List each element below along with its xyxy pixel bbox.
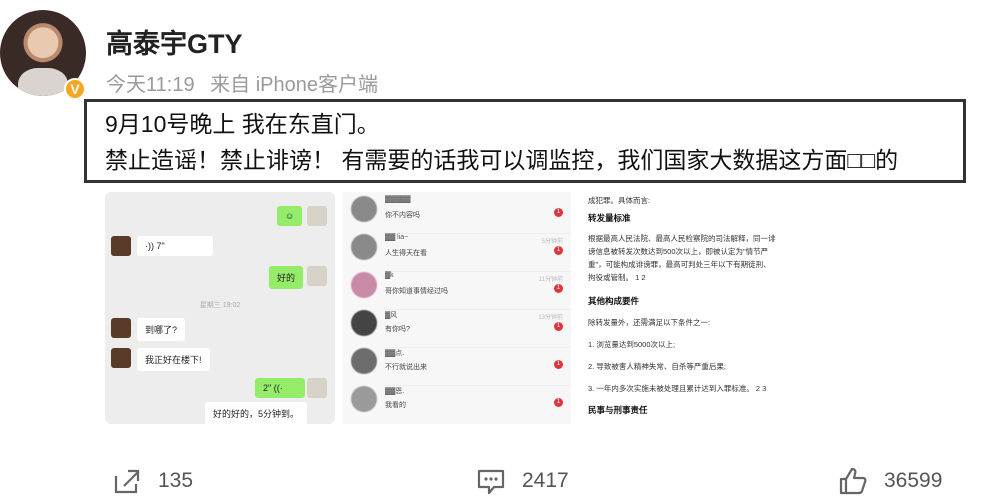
share-icon xyxy=(114,469,140,494)
list-item: ▓▓恩. 我看的 1 xyxy=(343,382,571,424)
comment-text: 你不内容吗 xyxy=(385,212,420,219)
comment-text: 人生得天在看 xyxy=(385,250,427,257)
avatar xyxy=(351,348,377,374)
post-text-line1: 9月10号晚上 我在东直门。 xyxy=(105,111,380,137)
unread-badge: 1 xyxy=(554,398,563,407)
comment-text: 有你吗? xyxy=(385,326,410,333)
comment-text: 我看的 xyxy=(385,402,406,409)
unread-badge: 1 xyxy=(554,246,563,255)
chat-avatar-me xyxy=(307,266,327,286)
chat-avatar-other xyxy=(111,348,131,368)
comment-icon xyxy=(477,469,505,495)
share-button[interactable]: 135 xyxy=(112,466,193,496)
share-count: 135 xyxy=(158,469,194,492)
comment-name: ▓▓恩. xyxy=(385,388,405,395)
article-list-item: 2. 导致被害人精神失常、自杀等严重后果; xyxy=(588,362,726,371)
article-heading: 民事与刑事责任 xyxy=(588,405,648,415)
comment-name: ▓k xyxy=(385,272,394,279)
chat-bubble: 我正好在楼下! xyxy=(137,348,210,371)
chat-bubble: 好的好的，5分钟到。 xyxy=(205,402,308,424)
article-text: 重"，可能构成诽谤罪，最高可判处三年以下有期徒刑、 xyxy=(588,260,771,269)
article-list-item: 1. 浏览量达到5000次以上; xyxy=(588,340,676,349)
comment-time: 11分钟前 xyxy=(538,277,563,283)
like-button[interactable]: 36599 xyxy=(838,466,942,496)
avatar xyxy=(351,196,377,222)
unread-badge: 1 xyxy=(554,360,563,369)
post-time: 今天11:19 xyxy=(106,74,195,96)
unread-badge: 1 xyxy=(554,284,563,293)
avatar xyxy=(351,310,377,336)
chat-bubble: 到哪了? xyxy=(137,318,186,341)
thumbs-up-icon xyxy=(839,467,867,495)
list-item: ▓k 哥你知道事情经过吗 11分钟前 1 xyxy=(343,268,571,310)
comment-text: 不行就说出来 xyxy=(385,364,427,371)
chat-avatar-me xyxy=(307,378,327,398)
post-text: 9月10号晚上 我在东直门。 禁止造谣！禁止诽谤！ 有需要的话我可以调监控，我们… xyxy=(84,99,966,183)
username[interactable]: 高泰宇GTY xyxy=(106,22,243,61)
comment-button[interactable]: 2417 xyxy=(476,466,569,496)
chat-voice-bubble[interactable]: ·)) 7" xyxy=(137,236,213,256)
post-text-line2: 禁止造谣！禁止诽谤！ 有需要的话我可以调监控，我们国家大数据这方面□□的 xyxy=(105,147,899,173)
unread-badge: 1 xyxy=(554,208,563,217)
like-count: 36599 xyxy=(884,469,943,492)
comment-count: 2417 xyxy=(522,469,569,492)
image-article-screenshot[interactable]: 成犯罪。具体而言: 转发量标准 根据最高人民法院、最高人民检察院的司法解释，同一… xyxy=(578,192,810,424)
article-text: 拘役或管制。 1 2 xyxy=(588,273,646,282)
chat-avatar-other xyxy=(111,318,131,338)
list-item: ▓▓▓▓▓ 你不内容吗 1 xyxy=(343,192,571,234)
image-chat-screenshot[interactable]: ☺ ·)) 7" 好的 星期三 19:02 到哪了? 我正好在楼下! 2" ((… xyxy=(105,192,335,424)
article-text: 谤信息被转发次数达到500次以上，即被认定为"情节严 xyxy=(588,247,769,256)
avatar xyxy=(351,234,377,260)
avatar xyxy=(351,272,377,298)
chat-sticker-bubble: ☺ xyxy=(277,206,303,226)
article-heading: 转发量标准 xyxy=(588,213,631,223)
list-item: ▓风 有你吗? 13分钟前 1 xyxy=(343,306,571,348)
avatar xyxy=(351,386,377,412)
comment-name: ▓▓▓▓▓ xyxy=(385,196,411,203)
article-text: 根据最高人民法院、最高人民检察院的司法解释，同一诽 xyxy=(588,234,776,243)
comment-text: 哥你知道事情经过吗 xyxy=(385,288,448,295)
list-item: ▓▓ lia~ 人生得天在看 5分钟前 1 xyxy=(343,230,571,272)
post-meta: 今天11:19 来自 iPhone客户端 xyxy=(106,68,388,97)
comment-name: ▓风 xyxy=(385,312,398,319)
list-item: ▓▓点. 不行就说出来 1 xyxy=(343,344,571,386)
article-list-item: 3. 一年内多次实施未被处理且累计达到入罪标准。 2 3 xyxy=(588,384,767,393)
comment-time: 5分钟前 xyxy=(541,239,563,245)
verified-badge-icon: V xyxy=(64,78,86,100)
unread-badge: 1 xyxy=(554,322,563,331)
article-text: 成犯罪。具体而言: xyxy=(588,196,651,205)
chat-avatar-me xyxy=(307,206,327,226)
article-heading: 其他构成要件 xyxy=(588,296,640,306)
chat-voice-bubble[interactable]: 2" ((· xyxy=(255,378,305,398)
article-text: 除转发量外，还需满足以下条件之一: xyxy=(588,318,711,327)
comment-name: ▓▓ lia~ xyxy=(385,234,409,241)
chat-avatar-other xyxy=(111,236,131,256)
chat-bubble: 好的 xyxy=(269,266,304,289)
chat-time-label: 星期三 19:02 xyxy=(199,302,241,309)
comment-name: ▓▓点. xyxy=(385,350,405,357)
post-source: 来自 iPhone客户端 xyxy=(210,74,378,96)
image-comments-screenshot[interactable]: ▓▓▓▓▓ 你不内容吗 1 ▓▓ lia~ 人生得天在看 5分钟前 1 ▓k 哥… xyxy=(343,192,571,424)
comment-time: 13分钟前 xyxy=(538,315,563,321)
